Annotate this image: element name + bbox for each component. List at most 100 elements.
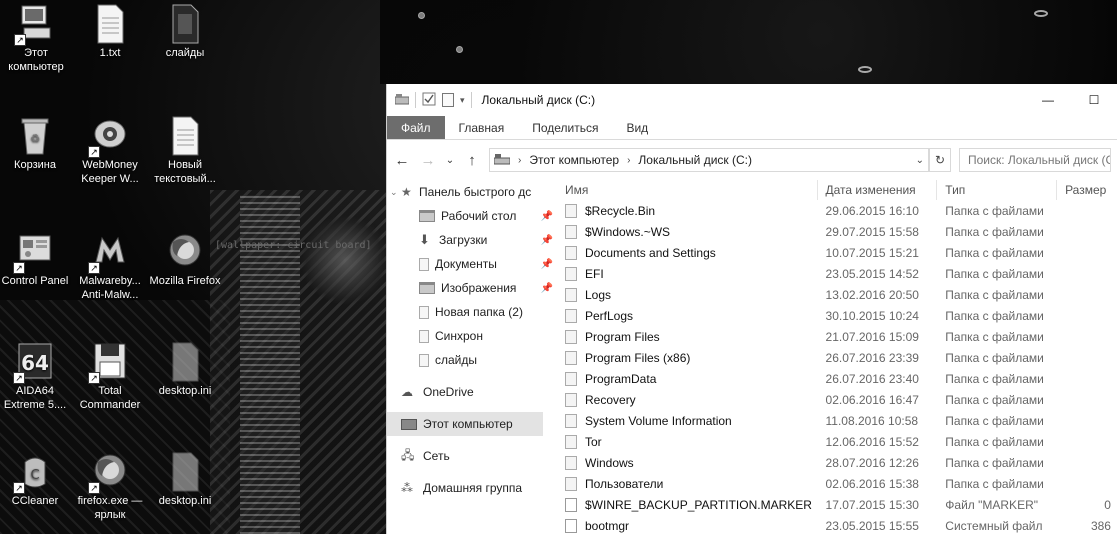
nav-downloads[interactable]: ⬇ Загрузки 📌 [387, 228, 557, 252]
desktop-icon-recycle-bin[interactable]: ♻ Корзина [0, 116, 73, 172]
file-date: 29.07.2015 15:58 [825, 224, 919, 239]
file-row[interactable]: PerfLogs 30.10.2015 10:24 Папка с файлами [557, 305, 1117, 326]
file-name: PerfLogs [585, 308, 634, 323]
column-header-date[interactable]: Дата изменения [818, 180, 938, 200]
folder-icon [565, 392, 577, 407]
desktop-icon-firefox[interactable]: Mozilla Firefox [147, 232, 223, 288]
nav-folder-new-folder-2[interactable]: Новая папка (2) [387, 300, 557, 324]
file-row[interactable]: Windows 28.07.2016 12:26 Папка с файлами [557, 452, 1117, 473]
desktop-icon-label: слайды [165, 47, 205, 59]
desktop-icon-control-panel[interactable]: ↗ Control Panel [0, 232, 73, 288]
folder-icon [565, 371, 577, 386]
file-row[interactable]: Logs 13.02.2016 20:50 Папка с файлами [557, 284, 1117, 305]
shortcut-arrow-icon: ↗ [88, 262, 100, 274]
search-input[interactable]: Поиск: Локальный диск (C:) [959, 148, 1111, 172]
breadcrumb-chevron-icon[interactable]: › [518, 155, 521, 166]
nav-this-pc[interactable]: Этот компьютер [387, 412, 543, 436]
file-row[interactable]: Пользователи 02.06.2016 15:38 Папка с файл… [557, 473, 1117, 494]
breadcrumb-this-pc[interactable]: Этот компьютер [529, 153, 619, 167]
desktop-icon-1-txt[interactable]: 1.txt [72, 4, 148, 60]
file-row[interactable]: ProgramData 26.07.2016 23:40 Папка с файла… [557, 368, 1117, 389]
window-controls: — ☐ [1025, 84, 1117, 116]
tab-share[interactable]: Поделиться [518, 116, 612, 139]
nav-label: Панель быстрого дс [419, 185, 532, 199]
properties-icon[interactable] [422, 92, 436, 109]
file-name: Program Files (x86) [585, 350, 691, 365]
column-header-size[interactable]: Размер [1057, 180, 1117, 200]
nav-onedrive[interactable]: ☁ OneDrive [387, 380, 557, 404]
file-row[interactable]: $WINRE_BACKUP_PARTITION.MARKER 17.07.2015… [557, 494, 1117, 515]
tab-view[interactable]: Вид [612, 116, 662, 139]
file-row[interactable]: Program Files (x86) 26.07.2016 23:39 Папка… [557, 347, 1117, 368]
refresh-button[interactable]: ↻ [929, 148, 951, 172]
desktop-icon-total-commander[interactable]: ↗ Total Commander [72, 342, 148, 412]
nav-folder-slides[interactable]: слайды [387, 348, 557, 372]
desktop-icon-firefox-shortcut[interactable]: ↗ firefox.exe — ярлык [72, 452, 148, 522]
file-row[interactable]: bootmgr 23.05.2015 15:55 Системный файл 386 [557, 515, 1117, 534]
file-date: 17.07.2015 15:30 [825, 497, 919, 512]
desktop-icon-slides[interactable]: слайды [147, 4, 223, 60]
forward-arrow-icon[interactable]: → [419, 152, 437, 169]
breadcrumb-local-disk[interactable]: Локальный диск (C:) [638, 153, 752, 167]
wallpaper-light [858, 66, 872, 73]
desktop-icon-ccleaner[interactable]: C ↗ CCleaner [0, 452, 73, 508]
title-bar[interactable]: ▾ Локальный диск (C:) — ☐ [387, 84, 1117, 116]
nav-network[interactable]: 🖧 Сеть [387, 444, 557, 468]
file-name-cell: Documents and Settings [557, 245, 818, 260]
file-row[interactable]: Documents and Settings 10.07.2015 15:21 Па… [557, 242, 1117, 263]
file-row[interactable]: Tor 12.06.2016 15:52 Папка с файлами [557, 431, 1117, 452]
desktop-icon-new-text[interactable]: Новый текстовый... [147, 116, 223, 186]
desktop-icon-desktop-ini-2[interactable]: desktop.ini [147, 452, 223, 508]
up-arrow-icon[interactable]: ↑ [463, 152, 481, 169]
folder-icon [565, 287, 577, 302]
quick-access-toolbar: ▾ [394, 92, 472, 109]
nav-documents[interactable]: Документы 📌 [387, 252, 557, 276]
file-name-cell: Пользователи [557, 476, 818, 491]
pin-icon: 📌 [540, 210, 553, 222]
folder-icon [565, 266, 577, 281]
column-header-type[interactable]: Тип [937, 180, 1058, 200]
new-folder-icon[interactable] [442, 93, 454, 107]
minimize-button[interactable]: — [1025, 84, 1071, 116]
address-dropdown-icon[interactable]: ⌄ [916, 155, 924, 166]
desktop-icon-desktop-ini[interactable]: desktop.ini [147, 342, 223, 398]
nav-label: Сеть [423, 449, 450, 463]
desktop-icon-aida64[interactable]: 64 ↗ AIDA64 Extreme 5.... [0, 342, 73, 412]
file-row[interactable]: System Volume Information 11.08.2016 10:5… [557, 410, 1117, 431]
customize-qat-icon[interactable]: ▾ [460, 95, 465, 106]
nav-desktop[interactable]: Рабочий стол 📌 [387, 204, 557, 228]
refresh-icon: ↻ [934, 153, 946, 167]
nav-pictures[interactable]: Изображения 📌 [387, 276, 557, 300]
file-date: 23.05.2015 14:52 [825, 266, 919, 281]
file-row[interactable]: EFI 23.05.2015 14:52 Папка с файлами [557, 263, 1117, 284]
aida64-icon: 64 ↗ [13, 342, 53, 384]
desktop-icon-webmoney[interactable]: ↗ WebMoney Keeper W... [72, 116, 148, 186]
file-row[interactable]: Recovery 02.06.2016 16:47 Папка с файлами [557, 389, 1117, 410]
file-row[interactable]: $Recycle.Bin 29.06.2015 16:10 Папка с файл… [557, 200, 1117, 221]
folder-icon [419, 305, 429, 319]
cloud-icon: ☁ [401, 385, 413, 399]
desktop-icon-malwarebytes[interactable]: ↗ Malwareby... Anti-Malw... [72, 232, 148, 302]
explorer-app-icon[interactable] [394, 93, 410, 108]
nav-folder-sync[interactable]: Синхрон [387, 324, 557, 348]
tab-file[interactable]: Файл [387, 116, 445, 139]
column-header-name[interactable]: Имя [557, 180, 818, 200]
file-name: Documents and Settings [585, 245, 716, 260]
maximize-button[interactable]: ☐ [1071, 84, 1117, 116]
desktop-icon-this-pc[interactable]: ↗ Этот компьютер [0, 4, 74, 74]
file-name: Program Files [585, 329, 660, 344]
file-type: Папка с файлами [945, 371, 1044, 386]
file-row[interactable]: $Windows.~WS 29.07.2015 15:58 Папка с файл… [557, 221, 1117, 242]
folder-icon [565, 224, 577, 239]
nav-quick-access[interactable]: ⌄ ★ Панель быстрого дс [387, 180, 557, 204]
collapse-chevron-icon[interactable]: ⌄ [390, 187, 398, 198]
file-row[interactable]: Program Files 21.07.2016 15:09 Папка с фай… [557, 326, 1117, 347]
nav-homegroup[interactable]: ⁂ Домашняя группа [387, 476, 557, 500]
back-arrow-icon[interactable]: ← [393, 152, 411, 169]
breadcrumb-chevron-icon[interactable]: › [627, 155, 630, 166]
address-bar[interactable]: › Этот компьютер › Локальный диск (C:) ⌄ [489, 148, 929, 172]
file-name-cell: ProgramData [557, 371, 818, 386]
tab-home[interactable]: Главная [445, 116, 519, 139]
recent-locations-chevron-icon[interactable]: ⌄ [445, 155, 455, 166]
folder-icon [419, 353, 429, 367]
